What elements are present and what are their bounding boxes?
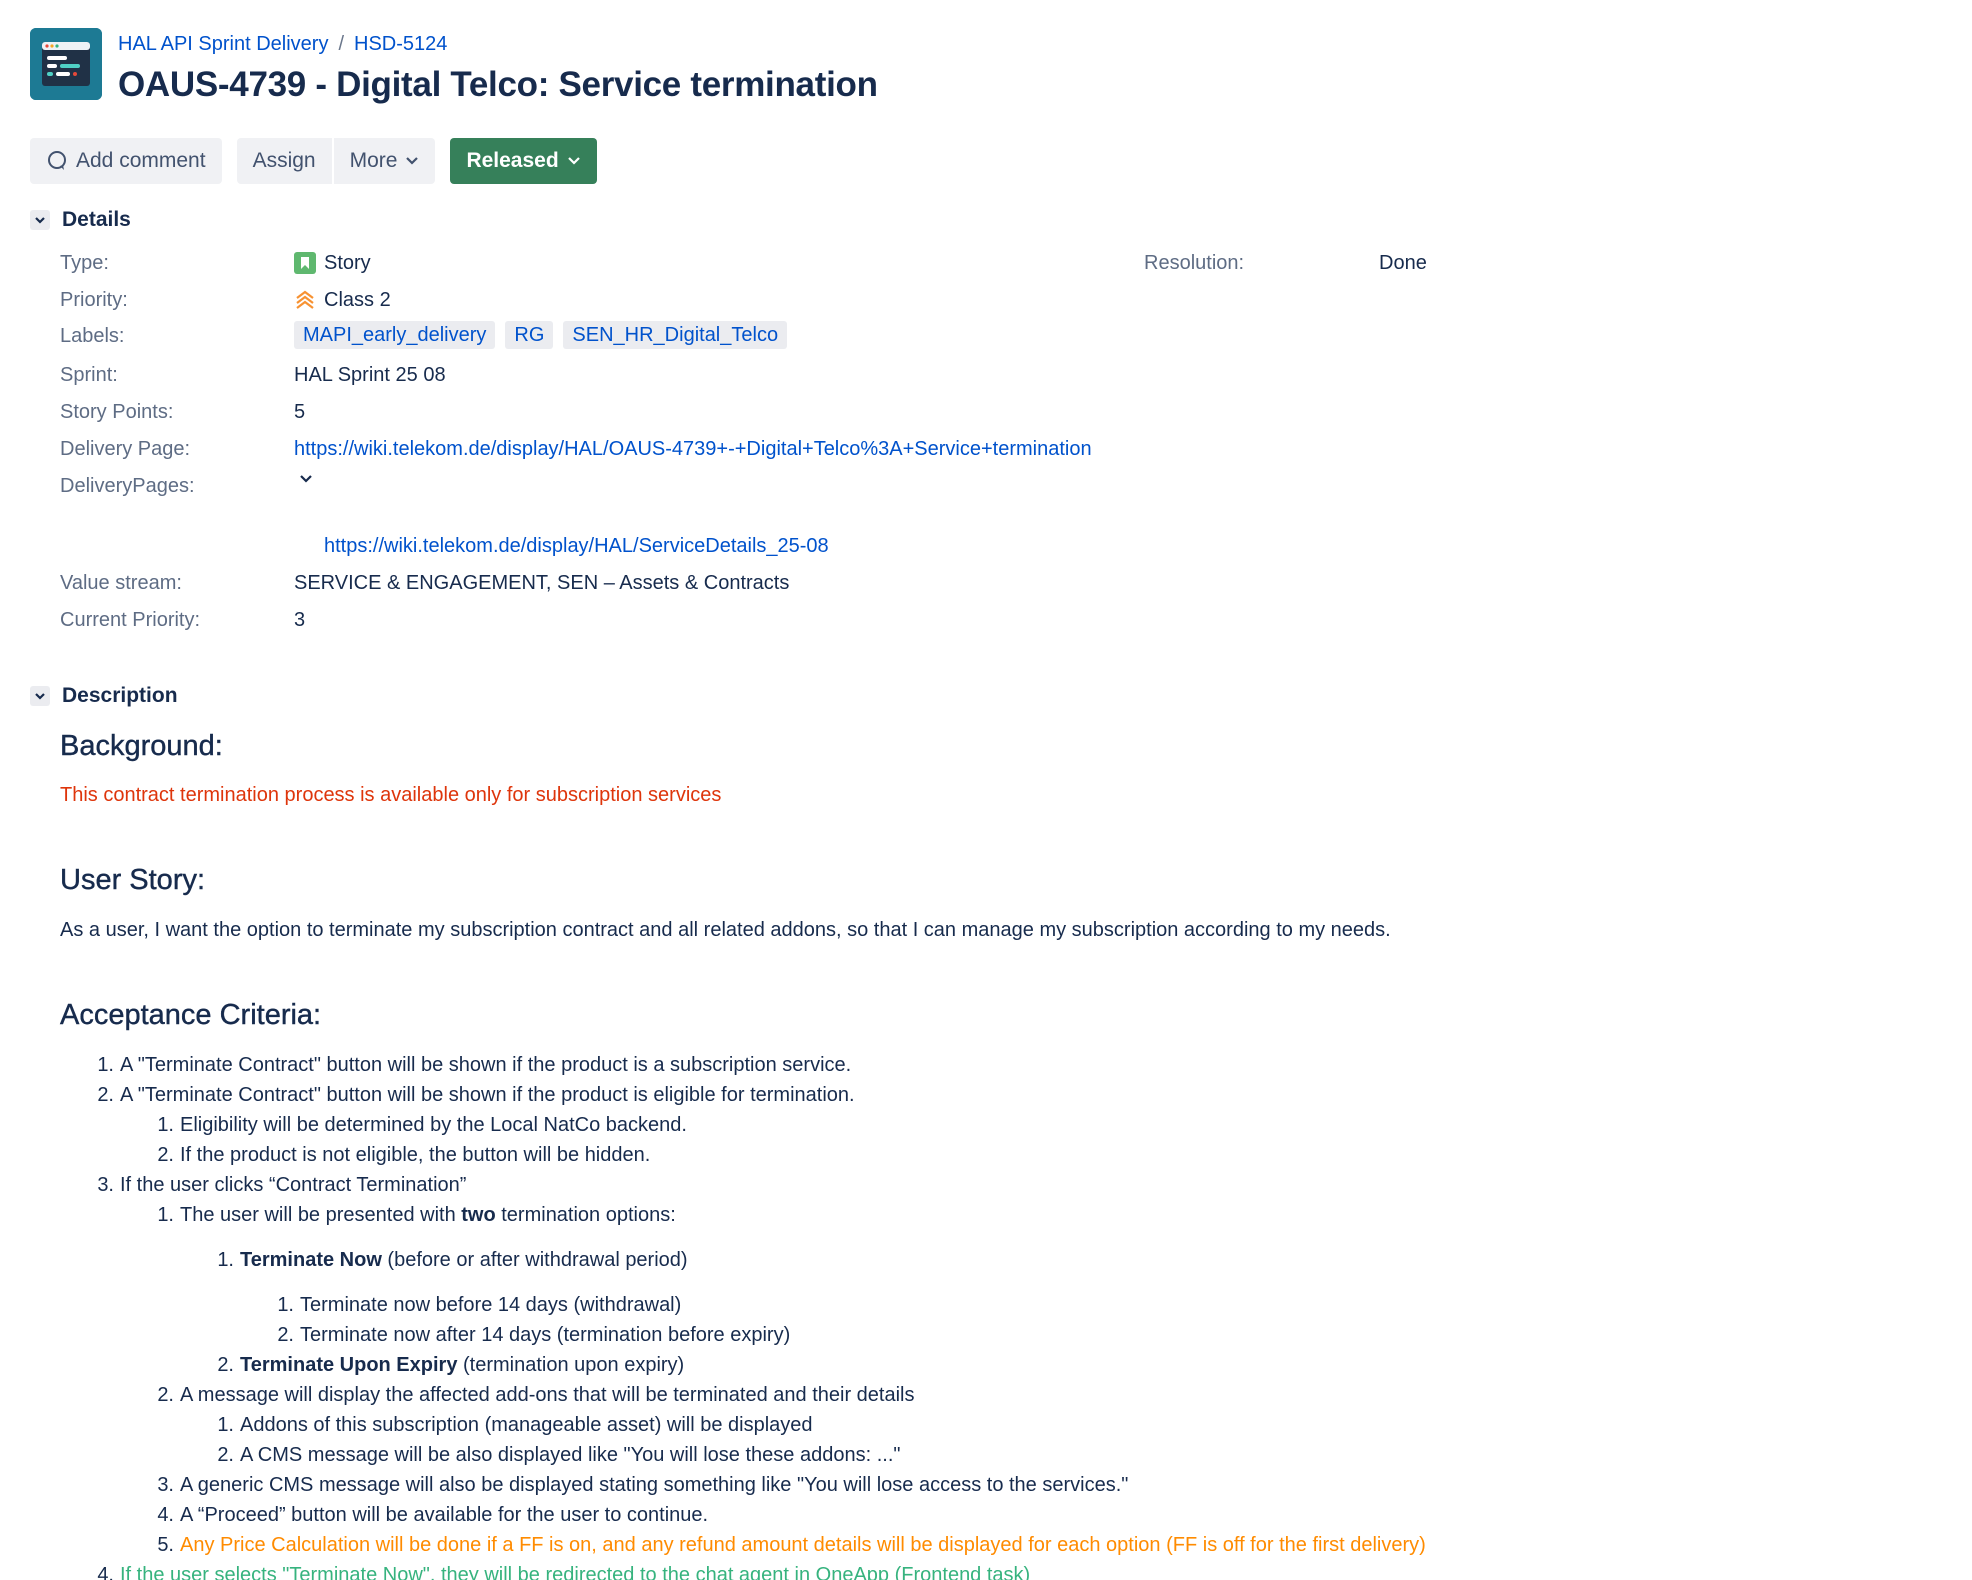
chevron-down-icon xyxy=(35,217,45,224)
list-item: 2. A message will display the affected ad… xyxy=(157,1384,915,1406)
breadcrumb-parent-link[interactable]: HSD-5124 xyxy=(354,30,447,58)
list-item: 2. Terminate Upon Expiry (termination upo… xyxy=(217,1354,685,1376)
chevron-down-icon xyxy=(406,157,419,165)
type-label: Type: xyxy=(60,252,109,274)
list-item: 5. Any Price Calculation will be done if … xyxy=(157,1534,1426,1556)
delivery-page-value: https://wiki.telekom.de/display/HAL/OAUS… xyxy=(294,434,1092,464)
background-text: This contract termination process is ava… xyxy=(60,784,722,806)
priority-chevrons-icon xyxy=(296,290,314,309)
acceptance-criteria-heading: Acceptance Criteria: xyxy=(60,999,322,1031)
description-title: Description xyxy=(62,684,178,707)
type-text: Story xyxy=(324,252,371,274)
delivery-page-label: Delivery Page: xyxy=(60,438,191,460)
details-title: Details xyxy=(62,208,131,231)
issue-toolbar: Add comment Assign More Released xyxy=(30,138,597,184)
story-points-label: Story Points: xyxy=(60,401,174,423)
labels-label: Labels: xyxy=(60,325,125,347)
list-item: 1. Terminate Now (before or after withdra… xyxy=(217,1249,688,1271)
breadcrumb-project-link[interactable]: HAL API Sprint Delivery xyxy=(118,30,328,58)
current-priority-value: 3 xyxy=(294,609,306,631)
priority-value: Class 2 xyxy=(294,285,391,315)
value-stream-value: SERVICE & ENGAGEMENT, SEN – Assets & Con… xyxy=(294,572,790,594)
assign-label: Assign xyxy=(252,149,316,172)
delivery-pages-toggle[interactable] xyxy=(298,471,314,487)
current-priority-label: Current Priority: xyxy=(60,609,201,631)
status-button[interactable]: Released xyxy=(450,138,597,184)
background-heading: Background: xyxy=(60,730,223,762)
list-item: 4. A “Proceed” button will be available f… xyxy=(157,1504,709,1526)
more-button[interactable]: More xyxy=(333,138,436,184)
add-comment-label: Add comment xyxy=(76,149,206,172)
label-chip[interactable]: RG xyxy=(505,321,554,349)
comment-icon xyxy=(48,151,66,170)
priority-text: Class 2 xyxy=(324,289,391,311)
user-story-text: As a user, I want the option to terminat… xyxy=(60,919,1391,941)
delivery-pages-label: DeliveryPages: xyxy=(60,475,195,497)
sprint-label: Sprint: xyxy=(60,364,118,386)
list-item: 2. If the product is not eligible, the bu… xyxy=(157,1144,651,1166)
more-label: More xyxy=(349,149,398,172)
chevron-down-icon xyxy=(300,475,312,483)
issue-page: HAL API Sprint Delivery / HSD-5124 OAUS-… xyxy=(0,0,1972,1580)
story-points-value: 5 xyxy=(294,401,306,423)
delivery-pages-link[interactable]: https://wiki.telekom.de/display/HAL/Serv… xyxy=(324,531,829,561)
resolution-label: Resolution: xyxy=(1144,252,1245,274)
resolution-value: Done xyxy=(1379,252,1427,274)
list-item: 3. If the user clicks “Contract Terminati… xyxy=(97,1174,467,1196)
breadcrumb-separator: / xyxy=(338,33,345,55)
delivery-page-link[interactable]: https://wiki.telekom.de/display/HAL/OAUS… xyxy=(294,434,1092,464)
type-value: Story xyxy=(294,248,371,278)
user-story-heading: User Story: xyxy=(60,864,206,896)
labels-value: MAPI_early_delivery RG SEN_HR_Digital_Te… xyxy=(294,321,789,349)
label-chip[interactable]: MAPI_early_delivery xyxy=(294,321,496,349)
list-item: 1. Addons of this subscription (manageabl… xyxy=(217,1414,813,1436)
issue-title: OAUS-4739 - Digital Telco: Service termi… xyxy=(118,65,878,104)
chevron-down-icon xyxy=(35,693,45,700)
story-icon xyxy=(294,252,316,274)
assign-button[interactable]: Assign xyxy=(236,138,332,184)
project-avatar[interactable] xyxy=(30,28,102,100)
sprint-value[interactable]: HAL Sprint 25 08 xyxy=(294,360,446,390)
priority-label: Priority: xyxy=(60,289,128,311)
list-item: 1. Eligibility will be determined by the … xyxy=(157,1114,687,1136)
list-item: 1. The user will be presented with two te… xyxy=(157,1204,676,1226)
value-stream-label: Value stream: xyxy=(60,572,182,594)
breadcrumb: HAL API Sprint Delivery / HSD-5124 xyxy=(118,30,447,58)
list-item: 3. A generic CMS message will also be dis… xyxy=(157,1474,1129,1496)
label-chip[interactable]: SEN_HR_Digital_Telco xyxy=(563,321,788,349)
details-section-header[interactable]: Details xyxy=(30,208,131,232)
list-item: 1. A "Terminate Contract" button will be … xyxy=(97,1054,852,1076)
delivery-pages-value: https://wiki.telekom.de/display/HAL/Serv… xyxy=(324,531,829,561)
project-logo-icon xyxy=(30,28,102,100)
status-label: Released xyxy=(466,149,559,172)
chevron-down-icon xyxy=(567,157,580,165)
add-comment-button[interactable]: Add comment xyxy=(30,138,222,184)
list-item: 4. If the user selects "Terminate Now", t… xyxy=(97,1564,1031,1580)
list-item: 2. A "Terminate Contract" button will be … xyxy=(97,1084,855,1106)
list-item: 2. A CMS message will be also displayed l… xyxy=(217,1444,901,1466)
list-item: 1. Terminate now before 14 days (withdraw… xyxy=(277,1294,682,1316)
collapse-toggle[interactable] xyxy=(30,210,50,230)
collapse-toggle[interactable] xyxy=(30,686,50,706)
list-item: 2. Terminate now after 14 days (terminati… xyxy=(277,1324,791,1346)
description-section-header[interactable]: Description xyxy=(30,684,178,708)
